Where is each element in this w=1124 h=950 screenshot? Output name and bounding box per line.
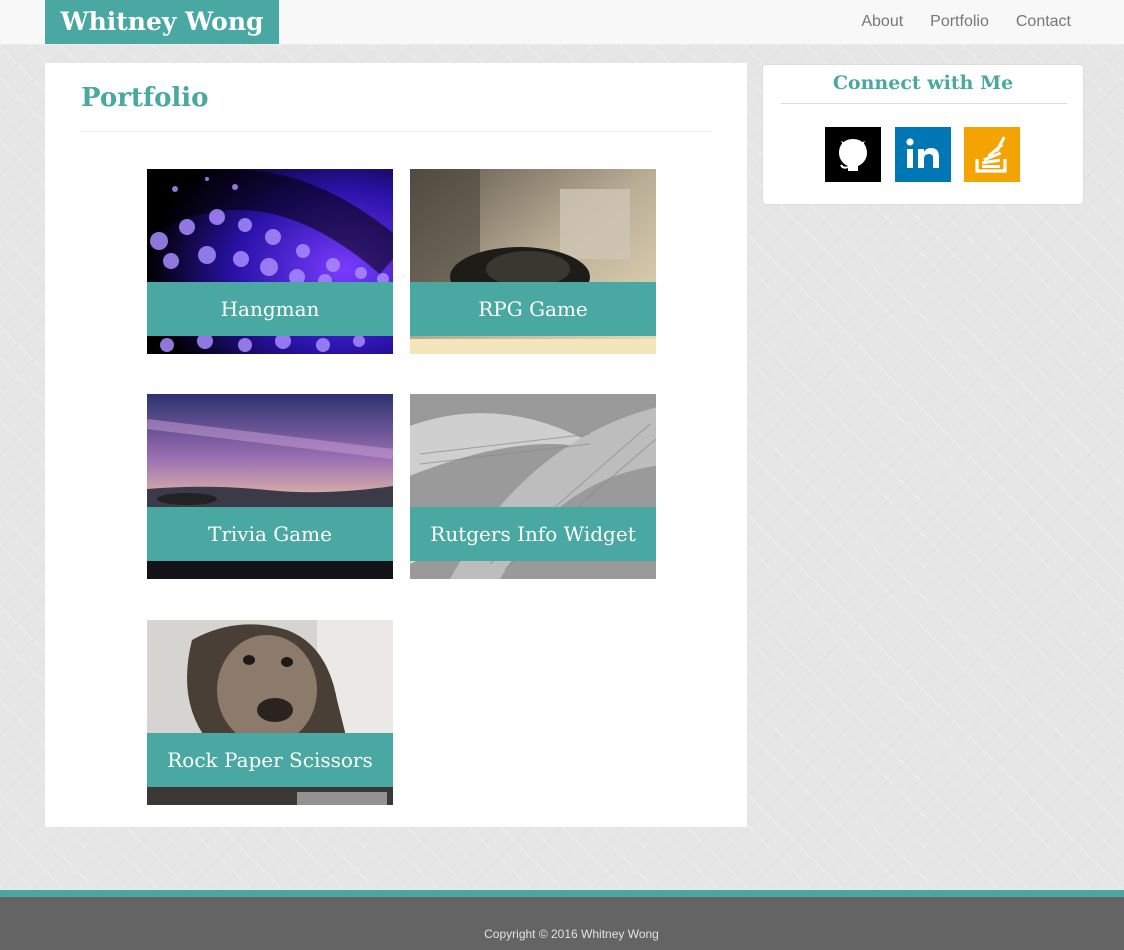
linkedin-link[interactable] — [895, 127, 951, 182]
footer-accent-stripe — [0, 890, 1124, 897]
portfolio-panel: Portfolio Hangman RPG Game Trivia Game R… — [45, 63, 747, 827]
navbar: Whitney Wong About Portfolio Contact — [0, 0, 1124, 45]
project-card-rpg-game[interactable]: RPG Game — [410, 169, 656, 354]
nav-links: About Portfolio Contact — [861, 0, 1071, 44]
project-label: Trivia Game — [147, 507, 393, 561]
project-card-hangman[interactable]: Hangman — [147, 169, 393, 354]
github-icon — [825, 127, 881, 182]
github-link[interactable] — [825, 127, 881, 182]
project-card-rock-paper-scissors[interactable]: Rock Paper Scissors — [147, 620, 393, 805]
stackoverflow-link[interactable] — [964, 127, 1020, 182]
brand-logo[interactable]: Whitney Wong — [45, 0, 279, 44]
project-label: Rutgers Info Widget — [410, 507, 656, 561]
nav-link-contact[interactable]: Contact — [1016, 0, 1071, 44]
page-title: Portfolio — [81, 83, 209, 113]
copyright-text: Copyright © 2016 Whitney Wong — [484, 927, 659, 941]
stackoverflow-icon — [964, 127, 1020, 182]
linkedin-icon — [895, 127, 951, 182]
connect-title: Connect with Me — [832, 72, 1014, 94]
connect-divider — [781, 103, 1067, 104]
footer: Copyright © 2016 Whitney Wong — [0, 897, 1124, 950]
connect-panel: Connect with Me — [762, 64, 1084, 205]
title-divider — [81, 131, 711, 132]
project-card-rutgers-info-widget[interactable]: Rutgers Info Widget — [410, 394, 656, 579]
project-card-trivia-game[interactable]: Trivia Game — [147, 394, 393, 579]
project-label: RPG Game — [410, 282, 656, 336]
project-label: Hangman — [147, 282, 393, 336]
project-label: Rock Paper Scissors — [147, 733, 393, 787]
nav-link-about[interactable]: About — [861, 0, 903, 44]
nav-link-portfolio[interactable]: Portfolio — [930, 0, 989, 44]
